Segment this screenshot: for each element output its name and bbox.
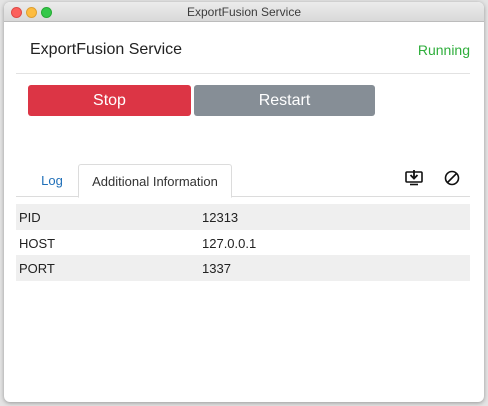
info-key: PID	[19, 210, 41, 225]
download-icon[interactable]	[404, 168, 424, 188]
table-row: PORT 1337	[16, 255, 470, 281]
table-row: PID 12313	[16, 204, 470, 230]
info-value: 127.0.0.1	[202, 235, 257, 251]
info-value: 12313	[202, 210, 239, 225]
tab-additional-information[interactable]: Additional Information	[78, 164, 232, 198]
info-value: 1337	[202, 261, 231, 276]
stop-button[interactable]: Stop	[28, 85, 191, 116]
table-row: HOST 127.0.0.1	[16, 230, 470, 256]
info-key: HOST	[19, 235, 56, 251]
title-bar[interactable]: ExportFusion Service	[4, 2, 484, 22]
info-table: PID 12313 HOST 127.0.0.1 PORT 1337	[16, 204, 470, 281]
service-window: ExportFusion Service ExportFusion Servic…	[4, 2, 484, 402]
service-header: ExportFusion Service Running	[16, 22, 470, 74]
service-name: ExportFusion Service	[30, 41, 183, 58]
clear-icon[interactable]	[442, 168, 462, 188]
tab-bar: Log Additional Information	[16, 164, 470, 198]
status-badge: Running	[417, 42, 470, 58]
info-key: PORT	[19, 261, 55, 276]
tab-log[interactable]: Log	[28, 164, 76, 197]
restart-button[interactable]: Restart	[194, 85, 375, 116]
window-title: ExportFusion Service	[186, 5, 302, 19]
